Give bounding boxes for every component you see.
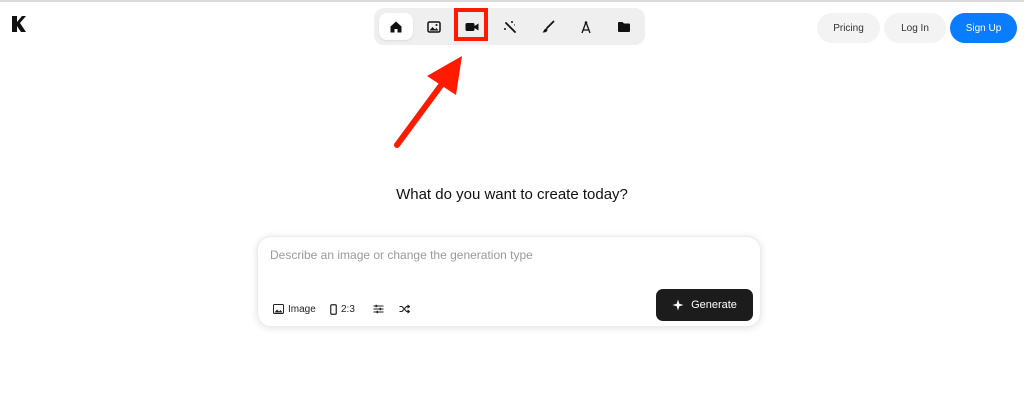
- logo-icon[interactable]: [11, 15, 27, 33]
- generate-button[interactable]: Generate: [656, 289, 753, 321]
- pricing-button[interactable]: Pricing: [817, 13, 880, 43]
- login-button[interactable]: Log In: [884, 13, 946, 43]
- generation-type-selector[interactable]: Image: [273, 301, 316, 317]
- compass-icon[interactable]: [569, 13, 603, 40]
- shuffle-button[interactable]: [399, 301, 414, 317]
- folder-icon[interactable]: [607, 13, 641, 40]
- generation-type-toolbar: [374, 8, 645, 45]
- image-icon[interactable]: [417, 13, 451, 40]
- red-annotation-arrow: [394, 56, 462, 148]
- sparkle-icon: [672, 299, 684, 311]
- home-icon[interactable]: [379, 13, 413, 40]
- signup-button[interactable]: Sign Up: [950, 13, 1017, 43]
- magic-wand-icon[interactable]: [493, 13, 527, 40]
- generation-type-label: Image: [288, 303, 316, 315]
- prompt-card: Image 2:3 Generate: [257, 236, 761, 327]
- portrait-ratio-icon: [330, 303, 337, 315]
- page-heading: What do you want to create today?: [396, 186, 628, 203]
- top-divider: [0, 0, 1024, 2]
- brush-icon[interactable]: [531, 13, 565, 40]
- sliders-icon: [373, 304, 384, 314]
- shuffle-icon: [399, 304, 410, 314]
- image-icon: [273, 304, 284, 314]
- prompt-input[interactable]: [270, 245, 740, 265]
- aspect-ratio-label: 2:3: [341, 303, 355, 315]
- video-tool-highlight-box: [454, 8, 488, 41]
- aspect-ratio-selector[interactable]: 2:3: [330, 301, 355, 317]
- generate-label: Generate: [691, 299, 737, 311]
- settings-sliders-button[interactable]: [373, 301, 388, 317]
